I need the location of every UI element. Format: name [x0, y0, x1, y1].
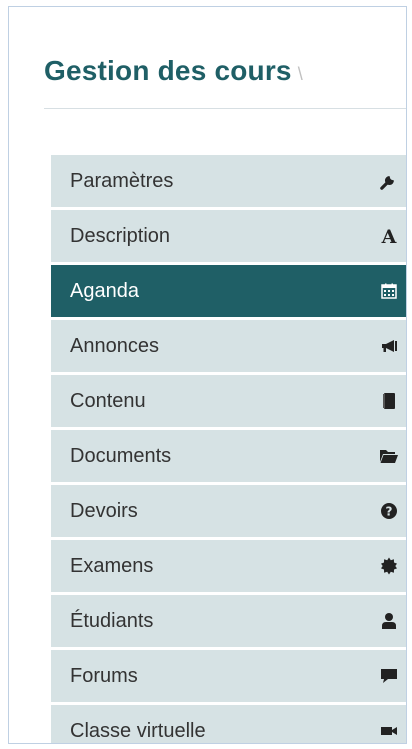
- menu-item-parametres[interactable]: Paramètres: [51, 155, 406, 207]
- page-header: Gestion des cours \: [44, 55, 406, 109]
- menu-item-forums[interactable]: Forums: [51, 650, 406, 702]
- comment-icon: [376, 663, 402, 689]
- menu-item-label: Forums: [70, 665, 138, 687]
- folder-open-icon: [376, 443, 402, 469]
- course-menu: Paramètres Description A Aganda Annonces…: [51, 155, 406, 743]
- menu-item-label: Paramètres: [70, 170, 174, 192]
- menu-item-contenu[interactable]: Contenu: [51, 375, 406, 427]
- menu-item-agenda[interactable]: Aganda: [51, 265, 406, 317]
- menu-item-devoirs[interactable]: Devoirs ?: [51, 485, 406, 537]
- course-management-panel: Gestion des cours \ Paramètres Descriptio…: [8, 6, 407, 744]
- certificate-icon: [376, 553, 402, 579]
- menu-item-label: Documents: [70, 445, 172, 467]
- menu-item-examens[interactable]: Examens: [51, 540, 406, 592]
- menu-item-label: Classe virtuelle: [70, 720, 206, 742]
- svg-text:A: A: [381, 226, 397, 246]
- svg-text:?: ?: [386, 505, 393, 519]
- menu-item-label: Étudiants: [70, 610, 154, 632]
- menu-item-label: Examens: [70, 555, 154, 577]
- menu-item-classe-virtuelle[interactable]: Classe virtuelle: [51, 705, 406, 743]
- user-icon: [376, 608, 402, 634]
- question-circle-icon: ?: [376, 498, 402, 524]
- menu-item-etudiants[interactable]: Étudiants: [51, 595, 406, 647]
- menu-item-annonces[interactable]: Annonces: [51, 320, 406, 372]
- menu-item-label: Annonces: [70, 335, 159, 357]
- menu-item-label: Contenu: [70, 390, 146, 412]
- book-icon: [376, 388, 402, 414]
- menu-item-label: Devoirs: [70, 500, 138, 522]
- menu-item-description[interactable]: Description A: [51, 210, 406, 262]
- font-icon: A: [376, 223, 402, 249]
- calendar-icon: [376, 278, 402, 304]
- breadcrumb-separator: \: [297, 64, 303, 84]
- wrench-icon: [376, 168, 402, 194]
- video-camera-icon: [376, 718, 402, 743]
- bullhorn-icon: [376, 333, 402, 359]
- menu-item-label: Description: [70, 225, 171, 247]
- page-title: Gestion des cours: [44, 55, 292, 86]
- menu-item-documents[interactable]: Documents: [51, 430, 406, 482]
- menu-item-label: Aganda: [70, 280, 139, 302]
